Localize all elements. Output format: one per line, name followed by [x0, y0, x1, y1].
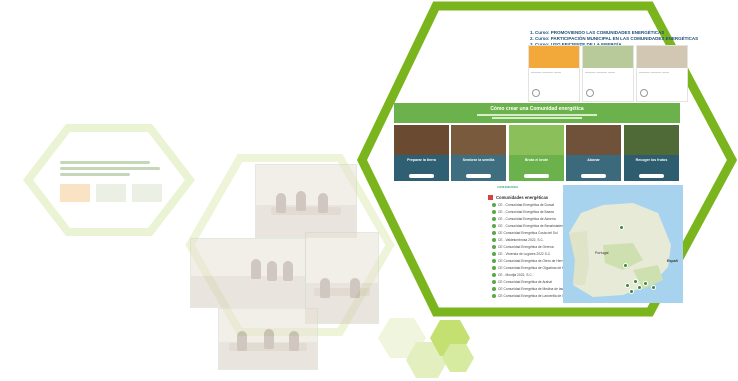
step-card[interactable]: Recoger los frutos — [624, 125, 679, 181]
course-card[interactable]: ——— ——— —— — [582, 45, 634, 102]
location-pin-icon — [492, 294, 496, 299]
map-marker[interactable] — [629, 289, 634, 294]
faint-course-preview — [60, 158, 170, 202]
location-pin-icon — [492, 280, 496, 285]
community-item[interactable]: CE Comunidad Energética de Arahal — [492, 280, 552, 285]
meeting-photo — [190, 238, 306, 308]
community-item[interactable]: CE Comunidad Energética Costa del Sol — [492, 231, 558, 236]
workshop-photo — [255, 164, 357, 238]
location-pin-icon — [492, 287, 496, 292]
step-button[interactable] — [639, 174, 664, 178]
location-pin-icon — [492, 238, 496, 243]
community-item[interactable]: CE - Comunidad Energética de Benalmádena — [492, 224, 565, 229]
map-marker[interactable] — [623, 263, 628, 268]
community-item[interactable]: CE - Comunidad Energética de Durcal — [492, 203, 554, 208]
how-to-title: Cómo crear una Comunidad energética — [490, 106, 584, 112]
location-pin-icon — [492, 259, 496, 264]
course-cards: ——— ——— —— ——— ——— —— ——— ——— —— — [528, 45, 698, 102]
how-to-steps: Preparar la tierra Sembrar la semilla Br… — [394, 125, 680, 181]
location-pin-icon — [492, 231, 496, 236]
step-card[interactable]: Brota el brote — [509, 125, 564, 181]
group-photo — [218, 308, 318, 370]
communities-title[interactable]: Comunidades energéticas — [488, 195, 548, 201]
map-marker[interactable] — [619, 225, 624, 230]
how-to-banner: Cómo crear una Comunidad energética — [394, 103, 680, 123]
location-pin-icon — [492, 273, 496, 278]
course-card[interactable]: ——— ——— —— — [528, 45, 580, 102]
community-item[interactable]: CE Comunidad Energética de Gerena — [492, 245, 554, 250]
community-item[interactable]: CE - Comunidad Energética de Almería — [492, 217, 556, 222]
community-item[interactable]: CE Comunidad Energética de Medina de las… — [492, 287, 573, 292]
map-marker[interactable] — [637, 285, 642, 290]
communities-heading: COMUNIDADES — [497, 185, 519, 189]
map-marker[interactable] — [633, 279, 638, 284]
community-item[interactable]: CE - Montija 2022, S.C. — [492, 273, 533, 278]
community-item[interactable]: CE - Comunidad Energética de Baeza — [492, 210, 554, 215]
location-pin-icon — [492, 252, 496, 257]
how-to-subtitle — [394, 113, 680, 120]
step-button[interactable] — [466, 174, 491, 178]
community-item[interactable]: CE - Valdelumbrosa 2022, S.C. — [492, 238, 544, 243]
map-label: Portugal — [595, 251, 609, 255]
iberia-land — [563, 185, 683, 303]
step-button[interactable] — [524, 174, 549, 178]
step-card[interactable]: Abonar — [566, 125, 621, 181]
community-item[interactable]: CE - Vivienda de Lugares 2022 S.C. — [492, 252, 551, 257]
arrow-circle-icon — [586, 89, 594, 97]
arrow-circle-icon — [532, 89, 540, 97]
map-marker[interactable] — [643, 281, 648, 286]
community-item[interactable]: CE Comunidad Energética de Otero de Herr… — [492, 259, 569, 264]
step-card[interactable]: Preparar la tierra — [394, 125, 449, 181]
communities-map[interactable]: Portugal Españ — [563, 185, 683, 303]
location-pin-icon — [492, 210, 496, 215]
community-item[interactable]: CE Comunidad Energética de Olgueiras de … — [492, 266, 568, 271]
step-button[interactable] — [581, 174, 606, 178]
step-card[interactable]: Sembrar la semilla — [451, 125, 506, 181]
location-pin-icon — [492, 217, 496, 222]
map-marker[interactable] — [651, 285, 656, 290]
course-card[interactable]: ——— ——— —— — [636, 45, 688, 102]
location-pin-icon — [492, 266, 496, 271]
map-label: Españ — [667, 259, 678, 263]
map-marker[interactable] — [625, 283, 630, 288]
checkbox-icon[interactable] — [488, 195, 493, 201]
step-button[interactable] — [409, 174, 434, 178]
location-pin-icon — [492, 245, 496, 250]
location-pin-icon — [492, 224, 496, 229]
arrow-circle-icon — [640, 89, 648, 97]
community-item[interactable]: CE Comunidad Energética de Lancerilla de… — [492, 294, 572, 299]
location-pin-icon — [492, 203, 496, 208]
